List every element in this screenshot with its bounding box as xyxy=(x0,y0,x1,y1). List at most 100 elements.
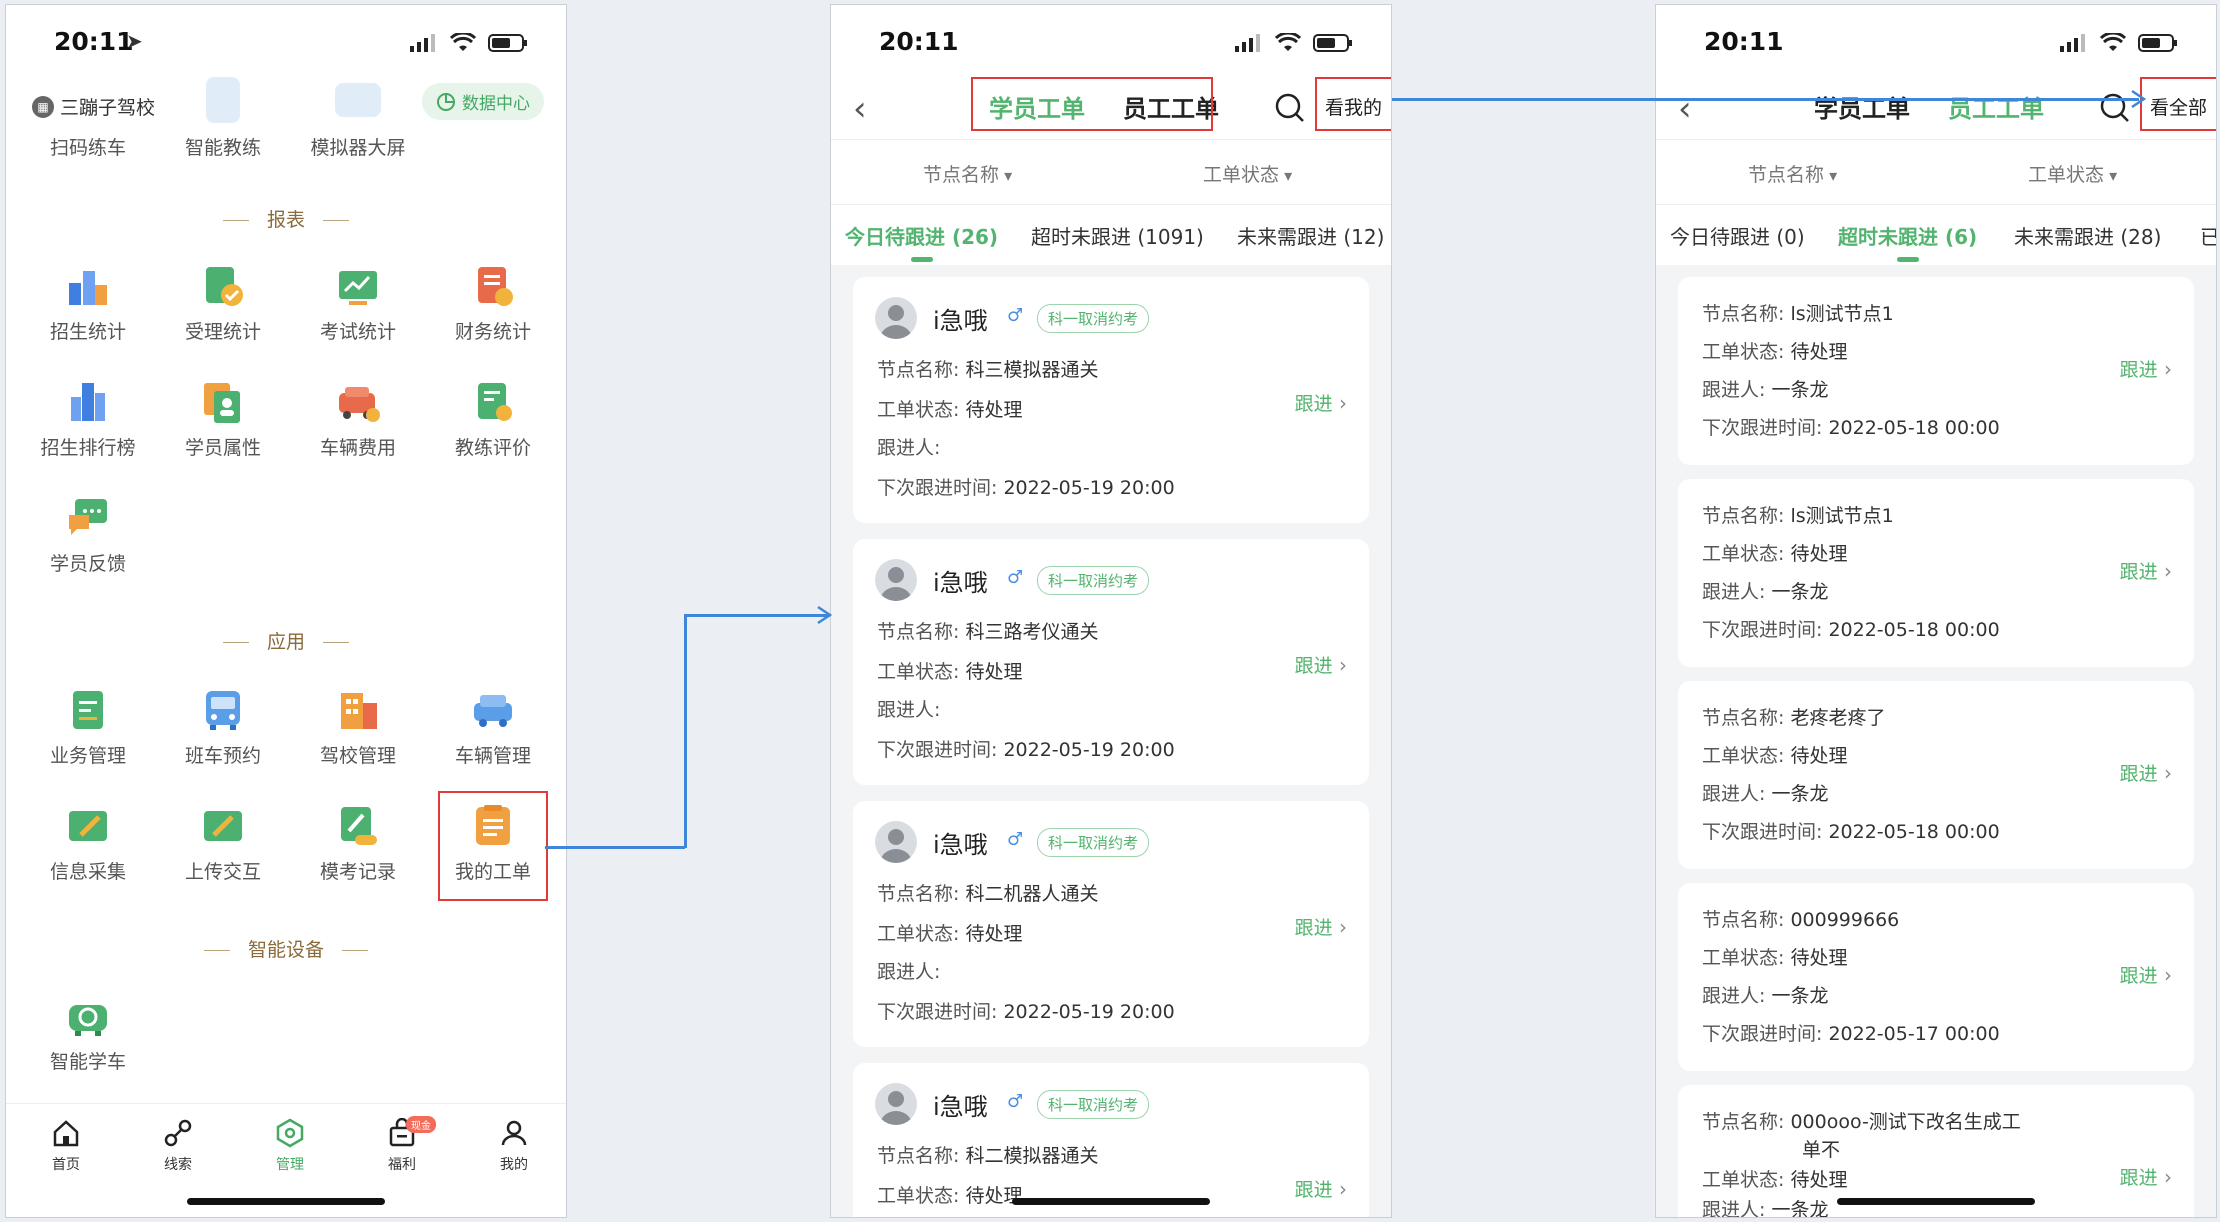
next-time-value: 2022-05-17 00:00 xyxy=(1828,1023,2000,1045)
home-icon xyxy=(53,1120,79,1147)
tab-manage[interactable]: 管理 xyxy=(250,1118,330,1174)
wifi-icon xyxy=(450,33,476,51)
follow-up-button[interactable]: 跟进 xyxy=(2120,759,2172,786)
app-shuttle[interactable]: 班车预约 xyxy=(163,687,283,768)
exam-stats-icon xyxy=(335,263,381,309)
search-icon[interactable] xyxy=(2098,91,2132,125)
filter-node-name[interactable]: 节点名称 xyxy=(923,160,1012,187)
student-feedback-icon xyxy=(65,495,111,541)
report-enroll-stats[interactable]: 招生统计 xyxy=(28,263,148,344)
filter-workorder-status[interactable]: 工单状态 xyxy=(2028,160,2117,187)
subtab-future[interactable]: 未来需跟进 (12) xyxy=(1237,221,1384,250)
app-info-collect[interactable]: 信息采集 xyxy=(28,803,148,884)
follower-value: 一条龙 xyxy=(1771,1199,1829,1218)
follow-up-button[interactable]: 跟进 xyxy=(2120,355,2172,382)
filter-node-name[interactable]: 节点名称 xyxy=(1748,160,1837,187)
seg-staff-workorder[interactable]: 员工工单 xyxy=(1948,89,2044,124)
status-value: 待处理 xyxy=(1790,745,1848,767)
node-value: ls测试节点1 xyxy=(1790,303,1894,325)
report-exam-stats[interactable]: 考试统计 xyxy=(298,263,418,344)
data-center-label: 数据中心 xyxy=(462,94,530,114)
shuttle-icon xyxy=(200,687,246,733)
business-icon xyxy=(65,687,111,733)
data-center-button[interactable]: 数据中心 xyxy=(422,83,544,120)
shortcut-label: 车辆管理 xyxy=(454,745,531,767)
subtab-today[interactable]: 今日待跟进 (0) xyxy=(1670,221,1805,250)
app-vehicle-manage[interactable]: 车辆管理 xyxy=(433,687,553,768)
app-school-manage[interactable]: 驾校管理 xyxy=(298,687,418,768)
follower-label: 跟进人: xyxy=(1702,379,1766,401)
status-time: 20:11 xyxy=(879,27,959,56)
section-report-title: 报表 xyxy=(6,205,566,232)
highlight-my-workorder xyxy=(438,791,548,901)
report-accept-stats[interactable]: 受理统计 xyxy=(163,263,283,344)
workorder-card[interactable]: i急哦 ♂ 科一取消约考 节点名称: 科三模拟器通关 工单状态: 待处理 跟进人… xyxy=(853,277,1369,523)
report-coach-rating[interactable]: 教练评价 xyxy=(433,379,553,460)
node-label: 节点名称: xyxy=(1702,505,1785,527)
follow-up-button[interactable]: 跟进 xyxy=(2120,1163,2172,1190)
follow-up-button[interactable]: 跟进 xyxy=(1295,1175,1347,1202)
subtab-future[interactable]: 未来需跟进 (28) xyxy=(2014,221,2161,250)
shortcut-label: 信息采集 xyxy=(49,861,126,883)
app-upload[interactable]: 上传交互 xyxy=(163,803,283,884)
workorder-card[interactable]: 节点名称: ls测试节点1 工单状态: 待处理 跟进人: 一条龙 下次跟进时间:… xyxy=(1678,277,2194,465)
follower-label: 跟进人: xyxy=(877,437,941,459)
phone-student-workorder-screen: 20:11 ‹ 学员工单 员工工单 看我的 节点名称 工单状态 今日待跟进 (2… xyxy=(830,4,1392,1218)
student-name: i急哦 xyxy=(933,1093,988,1121)
seg-student-workorder[interactable]: 学员工单 xyxy=(1814,89,1910,124)
follow-up-button[interactable]: 跟进 xyxy=(2120,557,2172,584)
tab-welfare[interactable]: 现金 福利 xyxy=(362,1116,442,1174)
tab-home[interactable]: 首页 xyxy=(26,1118,106,1174)
tab-clue[interactable]: 线索 xyxy=(138,1118,218,1174)
follow-up-button[interactable]: 跟进 xyxy=(2120,961,2172,988)
shortcut-label: 受理统计 xyxy=(184,321,261,343)
shortcut-smart-coach[interactable]: 智能教练 xyxy=(163,133,283,160)
simulator-screen-icon xyxy=(298,77,418,125)
follower-label: 跟进人: xyxy=(877,961,941,983)
shortcut-label: 班车预约 xyxy=(184,745,261,767)
subtab-overdue[interactable]: 超时未跟进 (1091) xyxy=(1031,221,1204,250)
report-finance-stats[interactable]: 财务统计 xyxy=(433,263,553,344)
report-vehicle-cost[interactable]: 车辆费用 xyxy=(298,379,418,460)
workorder-card[interactable]: i急哦 ♂ 科一取消约考 节点名称: 科二机器人通关 工单状态: 待处理 跟进人… xyxy=(853,801,1369,1047)
finance-stats-icon xyxy=(470,263,516,309)
workorder-card[interactable]: 节点名称: ls测试节点1 工单状态: 待处理 跟进人: 一条龙 下次跟进时间:… xyxy=(1678,479,2194,667)
node-label: 节点名称: xyxy=(877,883,960,905)
node-label: 节点名称: xyxy=(1702,303,1785,325)
tab-profile[interactable]: 我的 xyxy=(474,1118,554,1174)
shortcut-scan-car[interactable] xyxy=(28,77,148,131)
enroll-rank-icon xyxy=(65,379,111,425)
filter-workorder-status[interactable]: 工单状态 xyxy=(1203,160,1292,187)
follower-label: 跟进人: xyxy=(1702,581,1766,603)
shortcut-label: 学员属性 xyxy=(184,437,261,459)
follow-up-button[interactable]: 跟进 xyxy=(1295,389,1347,416)
clue-icon xyxy=(164,1119,192,1147)
report-student-attr[interactable]: 学员属性 xyxy=(163,379,283,460)
subtab-today[interactable]: 今日待跟进 (26) xyxy=(845,221,998,262)
app-business[interactable]: 业务管理 xyxy=(28,687,148,768)
device-smart-car[interactable]: 智能学车 xyxy=(28,993,148,1074)
subtab-overdue[interactable]: 超时未跟进 (6) xyxy=(1838,221,1977,262)
back-chevron-icon[interactable]: ‹ xyxy=(853,89,867,129)
status-tag: 科一取消约考 xyxy=(1037,304,1150,333)
report-enroll-rank[interactable]: 招生排行榜 xyxy=(28,379,148,460)
search-icon[interactable] xyxy=(1273,91,1307,125)
workorder-card[interactable]: i急哦 ♂ 科一取消约考 节点名称: 科三路考仪通关 工单状态: 待处理 跟进人… xyxy=(853,539,1369,785)
tab-label: 管理 xyxy=(276,1157,304,1173)
tab-label: 线索 xyxy=(164,1157,192,1173)
follow-up-button[interactable]: 跟进 xyxy=(1295,913,1347,940)
workorder-card[interactable]: i急哦 ♂ 科一取消约考 节点名称: 科二模拟器通关 工单状态: 待处理 跟进 xyxy=(853,1063,1369,1217)
next-time-value: 2022-05-18 00:00 xyxy=(1828,619,2000,641)
workorder-card[interactable]: 节点名称: 老疼老疼了 工单状态: 待处理 跟进人: 一条龙 下次跟进时间: 2… xyxy=(1678,681,2194,869)
follow-up-button[interactable]: 跟进 xyxy=(1295,651,1347,678)
app-mock-exam[interactable]: 模考记录 xyxy=(298,803,418,884)
report-student-feedback[interactable]: 学员反馈 xyxy=(28,495,148,576)
shortcut-label: 扫码练车 xyxy=(49,137,126,159)
back-chevron-icon[interactable]: ‹ xyxy=(1678,89,1692,129)
shortcut-simulator[interactable]: 模拟器大屏 xyxy=(298,133,418,160)
workorder-card[interactable]: 节点名称: 000999666 工单状态: 待处理 跟进人: 一条龙 下次跟进时… xyxy=(1678,883,2194,1071)
shortcut-scan-car-label-wrap[interactable]: 扫码练车 xyxy=(28,133,148,160)
subtab-done[interactable]: 已 xyxy=(2200,221,2216,250)
status-value: 待处理 xyxy=(1790,543,1848,565)
status-time: 20:11 xyxy=(1704,27,1784,56)
